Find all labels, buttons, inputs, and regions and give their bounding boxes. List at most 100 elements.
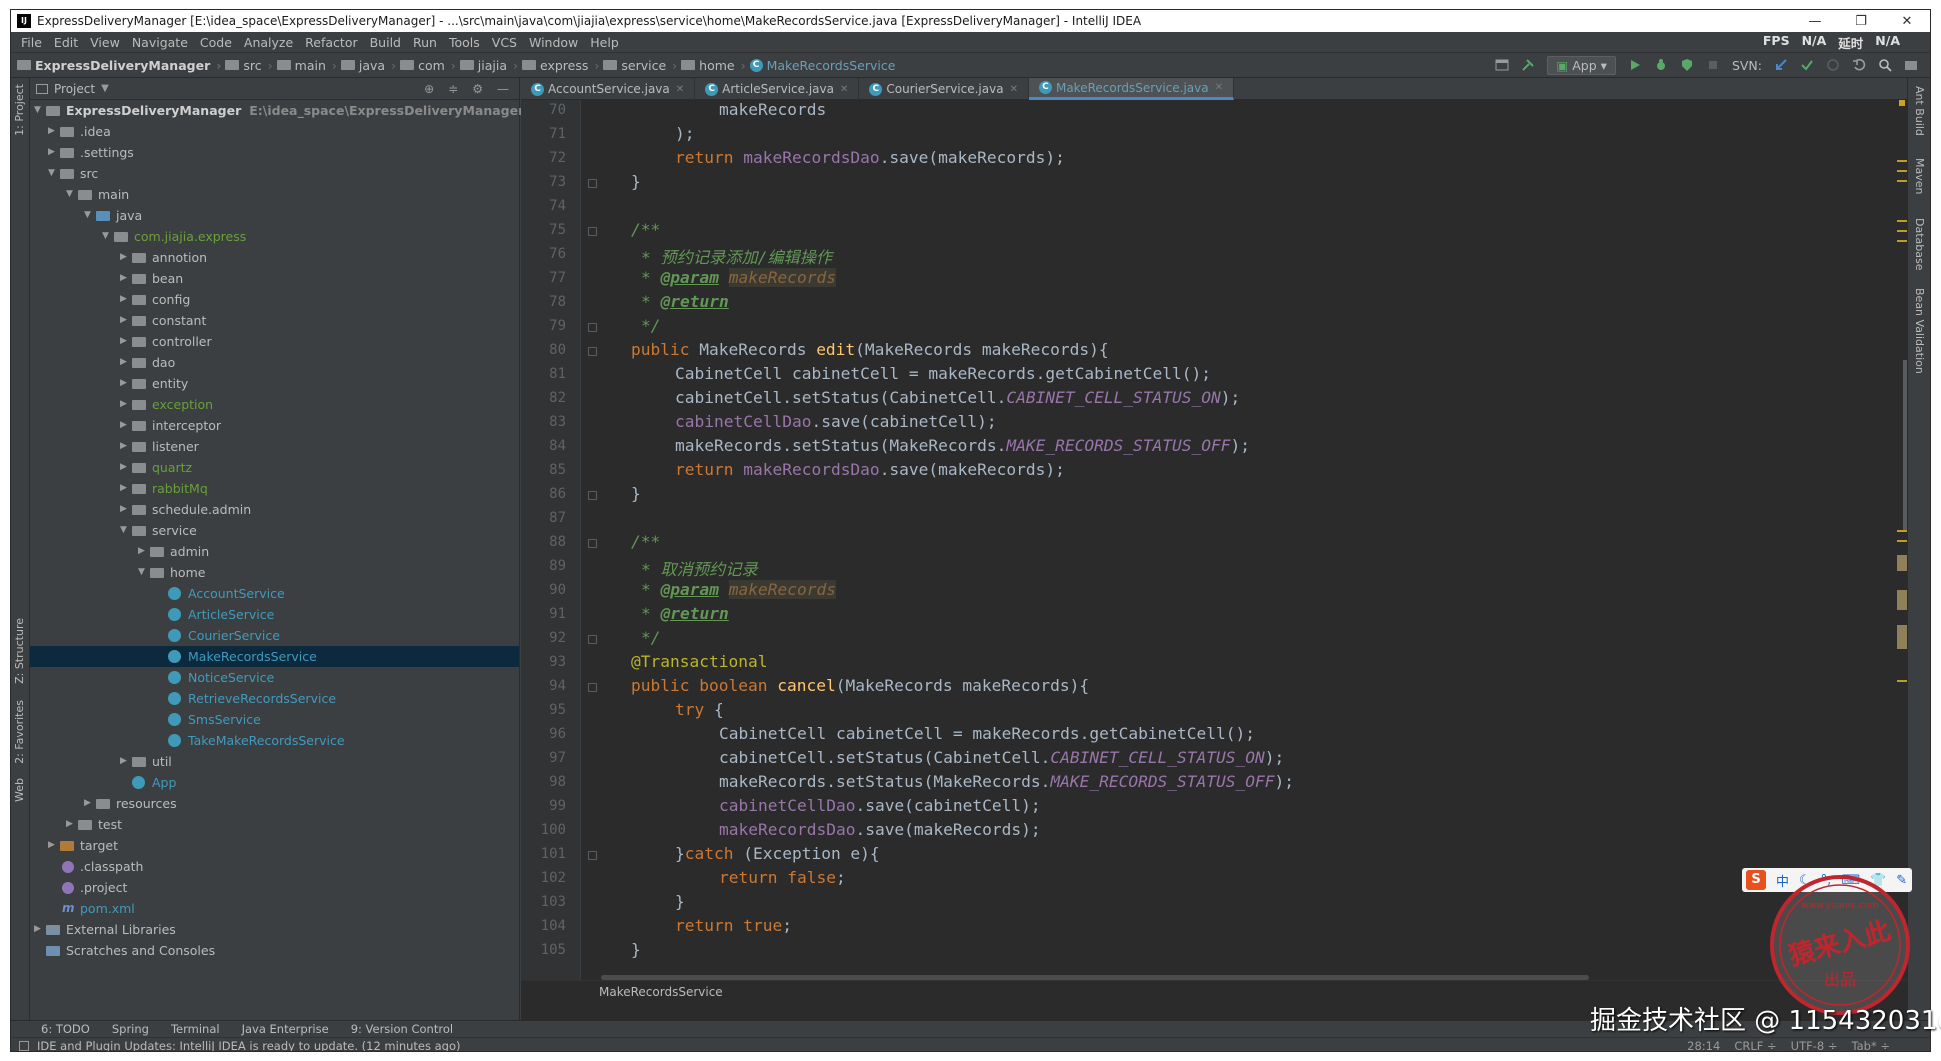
tree-node[interactable]: ▶ entity — [30, 373, 519, 394]
collapse-arrow-icon[interactable]: ▶ — [120, 478, 130, 499]
expand-arrow-icon[interactable]: ▼ — [48, 163, 58, 184]
tool-tab-favorites[interactable]: 2: Favorites — [13, 700, 26, 764]
tree-node[interactable]: ▼ com.jiajia.express — [30, 226, 519, 247]
tool-tab-structure[interactable]: Z: Structure — [13, 618, 26, 684]
collapse-arrow-icon[interactable]: ▶ — [120, 394, 130, 415]
line-number[interactable]: 99 — [520, 798, 566, 814]
line-number[interactable]: 94 — [520, 678, 566, 694]
line-number[interactable]: 101 — [520, 846, 566, 862]
restore-button[interactable]: ❐ — [1838, 14, 1884, 29]
tree-node[interactable]: ▶ admin — [30, 541, 519, 562]
menu-window[interactable]: Window — [523, 35, 584, 50]
collapse-arrow-icon[interactable]: ▶ — [120, 247, 130, 268]
fold-toggle-icon[interactable] — [588, 635, 597, 644]
tree-node[interactable]: ▼ service — [30, 520, 519, 541]
tab-make-records-service[interactable]: C MakeRecordsService.java ✕ — [1028, 78, 1234, 100]
collapse-arrow-icon[interactable]: ▶ — [66, 814, 76, 835]
tool-tab-spring[interactable]: Spring — [112, 1022, 149, 1036]
folder-open-icon[interactable] — [1904, 58, 1918, 72]
line-number[interactable]: 81 — [520, 366, 566, 382]
tab-account-service[interactable]: C AccountService.java ✕ — [521, 78, 696, 100]
stop-icon[interactable] — [1706, 58, 1720, 72]
tree-node[interactable]: ▶ rabbitMq — [30, 478, 519, 499]
line-separator[interactable]: CRLF ÷ — [1734, 1039, 1776, 1052]
tree-node[interactable]: ▶ schedule.admin — [30, 499, 519, 520]
breadcrumb-class[interactable]: C MakeRecordsService — [749, 58, 895, 73]
line-number[interactable]: 89 — [520, 558, 566, 574]
expand-arrow-icon[interactable]: ▼ — [120, 520, 130, 541]
line-number[interactable]: 85 — [520, 462, 566, 478]
svn-history-icon[interactable] — [1826, 58, 1840, 72]
gear-icon[interactable]: ⚙ — [472, 82, 483, 96]
tool-tab-database[interactable]: Database — [1913, 218, 1926, 271]
tree-node[interactable]: ▶ test — [30, 814, 519, 835]
line-number[interactable]: 93 — [520, 654, 566, 670]
tree-node-class[interactable]: ArticleService — [30, 604, 519, 625]
expand-arrow-icon[interactable]: ▼ — [102, 226, 112, 247]
tool-tab-java-enterprise[interactable]: Java Enterprise — [242, 1022, 329, 1036]
fold-toggle-icon[interactable] — [588, 227, 597, 236]
fold-toggle-icon[interactable] — [588, 851, 597, 860]
tool-tab-ant-build[interactable]: Ant Build — [1913, 86, 1926, 136]
line-number[interactable]: 103 — [520, 894, 566, 910]
collapse-arrow-icon[interactable]: ▶ — [48, 121, 58, 142]
line-number[interactable]: 95 — [520, 702, 566, 718]
line-number[interactable]: 77 — [520, 270, 566, 286]
tree-node[interactable]: ▶ interceptor — [30, 415, 519, 436]
collapse-all-icon[interactable]: ≑ — [448, 82, 458, 96]
line-number[interactable]: 70 — [520, 102, 566, 118]
tree-node[interactable]: ▶ quartz — [30, 457, 519, 478]
tree-node-root[interactable]: ▼ ExpressDeliveryManager E:\idea_space\Exp… — [30, 100, 524, 121]
line-number[interactable]: 84 — [520, 438, 566, 454]
tree-node-file[interactable]: .project — [30, 877, 519, 898]
menu-file[interactable]: File — [15, 35, 48, 50]
status-message[interactable]: IDE and Plugin Updates: IntelliJ IDEA is… — [37, 1039, 461, 1052]
tree-node-class[interactable]: App — [30, 772, 519, 793]
tree-node[interactable]: ▶ .idea — [30, 121, 519, 142]
line-number[interactable]: 102 — [520, 870, 566, 886]
tree-node[interactable]: ▶ controller — [30, 331, 519, 352]
close-tab-icon[interactable]: ✕ — [1215, 82, 1223, 93]
fold-toggle-icon[interactable] — [588, 179, 597, 188]
collapse-arrow-icon[interactable]: ▶ — [120, 331, 130, 352]
tree-node[interactable]: ▶ resources — [30, 793, 519, 814]
line-number[interactable]: 100 — [520, 822, 566, 838]
collapse-arrow-icon[interactable]: ▶ — [138, 541, 148, 562]
tab-article-service[interactable]: C ArticleService.java ✕ — [695, 78, 860, 100]
tree-node-class-selected[interactable]: MakeRecordsService — [30, 646, 519, 667]
expand-arrow-icon[interactable]: ▼ — [34, 100, 44, 121]
collapse-arrow-icon[interactable]: ▶ — [120, 457, 130, 478]
breadcrumb-service[interactable]: service › — [603, 58, 677, 73]
collapse-arrow-icon[interactable]: ▶ — [120, 436, 130, 457]
menu-vcs[interactable]: VCS — [486, 35, 523, 50]
fold-toggle-icon[interactable] — [588, 683, 597, 692]
tool-tab-terminal[interactable]: Terminal — [171, 1022, 220, 1036]
svn-update-icon[interactable] — [1774, 58, 1788, 72]
hide-panel-icon[interactable]: — — [497, 82, 509, 96]
expand-arrow-icon[interactable]: ▼ — [84, 205, 94, 226]
tree-node-class[interactable]: SmsService — [30, 709, 519, 730]
tree-node[interactable]: ▶ util — [30, 751, 519, 772]
expand-arrow-icon[interactable]: ▼ — [138, 562, 148, 583]
line-number[interactable]: 80 — [520, 342, 566, 358]
line-number[interactable]: 82 — [520, 390, 566, 406]
line-number[interactable]: 73 — [520, 174, 566, 190]
chevron-down-icon[interactable]: ▼ — [101, 83, 109, 94]
tree-node-class[interactable]: CourierService — [30, 625, 519, 646]
close-tab-icon[interactable]: ✕ — [1010, 84, 1018, 95]
collapse-arrow-icon[interactable]: ▶ — [120, 289, 130, 310]
tree-node[interactable]: ▶ annotion — [30, 247, 519, 268]
menu-tools[interactable]: Tools — [443, 35, 486, 50]
tree-node-class[interactable]: NoticeService — [30, 667, 519, 688]
menu-refactor[interactable]: Refactor — [299, 35, 363, 50]
breadcrumb-src[interactable]: src › — [225, 58, 273, 73]
tool-tab-project[interactable]: 1: Project — [13, 84, 26, 136]
tree-node[interactable]: ▼ main — [30, 184, 519, 205]
tree-node[interactable]: ▼ home — [30, 562, 519, 583]
run-icon[interactable] — [1628, 58, 1642, 72]
line-number[interactable]: 104 — [520, 918, 566, 934]
tool-tab-maven[interactable]: Maven — [1913, 158, 1926, 194]
project-structure-icon[interactable] — [1495, 58, 1509, 72]
line-number[interactable]: 105 — [520, 942, 566, 958]
breadcrumb-express[interactable]: express › — [522, 58, 599, 73]
